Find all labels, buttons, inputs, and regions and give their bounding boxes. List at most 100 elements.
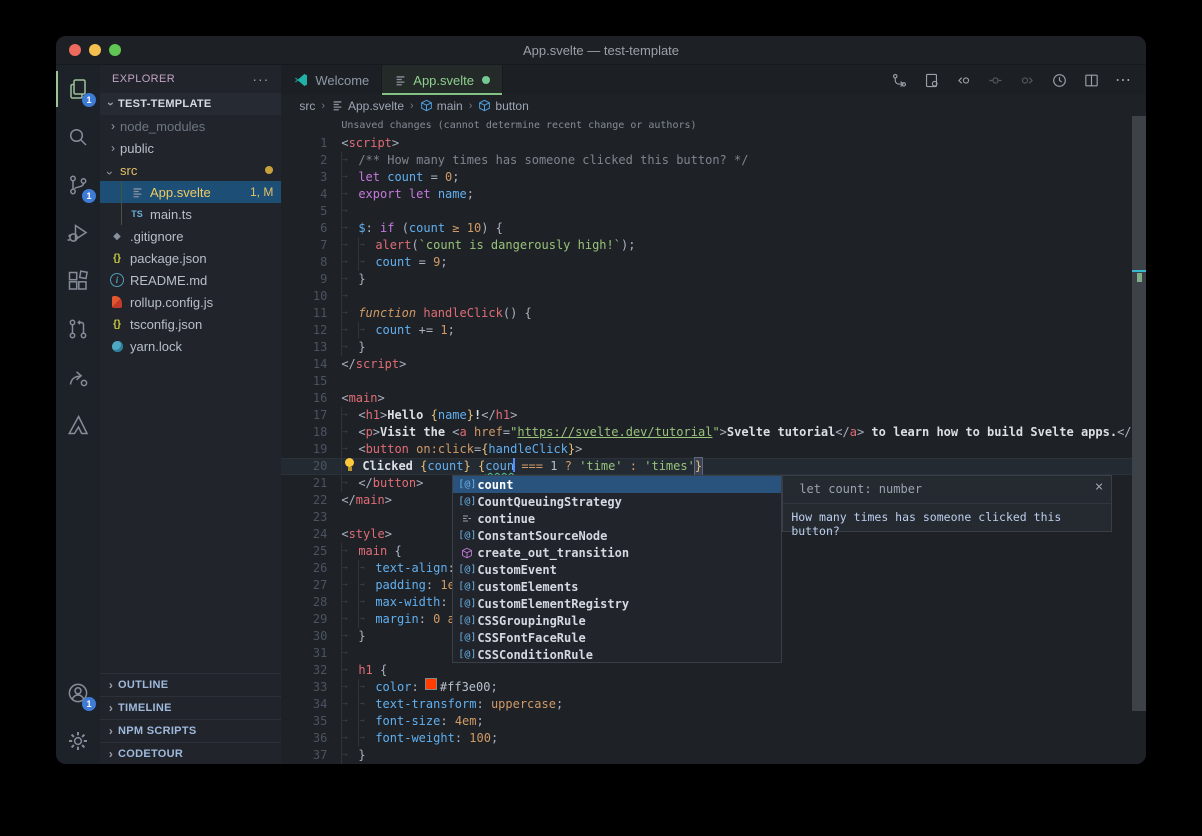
line-number: 21	[281, 475, 341, 492]
file-row--gitignore[interactable]: ◆.gitignore	[100, 225, 281, 247]
split-editor-icon[interactable]	[1080, 69, 1102, 91]
code-line-8[interactable]: 8→→count = 9;	[281, 254, 1146, 271]
suggest-item-continue[interactable]: continue	[453, 510, 781, 527]
source-control-graph-icon[interactable]	[888, 69, 910, 91]
suggest-item-CountQueuingStrategy[interactable]: [@]CountQueuingStrategy	[453, 493, 781, 510]
activity-run-and-debug-icon[interactable]	[56, 209, 100, 257]
suggest-item-customElements[interactable]: [@]customElements	[453, 578, 781, 595]
tab-whitespace: →	[358, 560, 375, 577]
section-npm-scripts[interactable]: ›NPM SCRIPTS	[100, 719, 281, 742]
code-line-18[interactable]: 18→<p>Visit the <a href="https://svelte.…	[281, 424, 1146, 441]
suggest-item-CSSFontFaceRule[interactable]: [@]CSSFontFaceRule	[453, 629, 781, 646]
code-line-12[interactable]: 12→→count += 1;	[281, 322, 1146, 339]
suggest-item-CSSGroupingRule[interactable]: [@]CSSGroupingRule	[453, 612, 781, 629]
breadcrumb-button[interactable]: button	[478, 99, 528, 113]
code-line-6[interactable]: 6→$: if (count ≥ 10) {	[281, 220, 1146, 237]
title-bar[interactable]: App.svelte — test-template	[56, 36, 1146, 65]
code-line-37[interactable]: 37→}	[281, 747, 1146, 764]
tab-whitespace: →	[341, 594, 358, 611]
scrollbar-slider[interactable]	[1132, 116, 1146, 711]
tab-whitespace: →	[341, 611, 358, 628]
tab-app-svelte[interactable]: App.svelte	[382, 65, 503, 95]
line-number: 33	[281, 679, 341, 696]
activity-pull-requests-icon[interactable]	[56, 305, 100, 353]
code-line-1[interactable]: 1<script>	[281, 135, 1146, 152]
section-outline[interactable]: ›OUTLINE	[100, 673, 281, 696]
line-number: 13	[281, 339, 341, 356]
code-editor[interactable]: Unsaved changes (cannot determine recent…	[281, 116, 1146, 764]
file-row-rollup-config-js[interactable]: rollup.config.js	[100, 291, 281, 313]
line-number: 7	[281, 237, 341, 254]
code-line-2[interactable]: 2→/** How many times has someone clicked…	[281, 152, 1146, 169]
explorer-more-actions-icon[interactable]: ···	[252, 71, 269, 87]
code-line-14[interactable]: 14</script>	[281, 356, 1146, 373]
file-row-node-modules[interactable]: ›node_modules	[100, 115, 281, 137]
tab-whitespace: →	[341, 560, 358, 577]
tab-welcome[interactable]: Welcome	[281, 65, 382, 95]
code-line-13[interactable]: 13→}	[281, 339, 1146, 356]
code-line-3[interactable]: 3→let count = 0;	[281, 169, 1146, 186]
next-change-inactive-icon[interactable]	[1016, 69, 1038, 91]
file-row-package-json[interactable]: {}package.json	[100, 247, 281, 269]
code-line-5[interactable]: 5→	[281, 203, 1146, 220]
activity-azure-icon[interactable]	[56, 401, 100, 449]
code-line-36[interactable]: 36→→font-weight: 100;	[281, 730, 1146, 747]
suggest-item-CustomEvent[interactable]: [@]CustomEvent	[453, 561, 781, 578]
file-lines-icon	[331, 99, 344, 112]
code-line-10[interactable]: 10→	[281, 288, 1146, 305]
badge: 1	[82, 189, 96, 203]
code-line-11[interactable]: 11→function handleClick() {	[281, 305, 1146, 322]
file-row-main-ts[interactable]: TSmain.ts	[100, 203, 281, 225]
breadcrumb-src[interactable]: src	[299, 99, 315, 113]
activity-live-share-icon[interactable]	[56, 353, 100, 401]
suggest-item-CustomElementRegistry[interactable]: [@]CustomElementRegistry	[453, 595, 781, 612]
lightbulb-icon[interactable]	[341, 458, 362, 473]
code-line-19[interactable]: 19→<button on:click={handleClick}>	[281, 441, 1146, 458]
code-line-16[interactable]: 16<main>	[281, 390, 1146, 407]
tab-whitespace: →	[358, 254, 375, 271]
activity-explorer-icon[interactable]: 1	[56, 65, 100, 113]
suggest-item-ConstantSourceNode[interactable]: [@]ConstantSourceNode	[453, 527, 781, 544]
activity-settings-icon[interactable]	[56, 717, 100, 764]
code-line-34[interactable]: 34→→text-transform: uppercase;	[281, 696, 1146, 713]
open-changes-icon[interactable]	[920, 69, 942, 91]
line-number: 27	[281, 577, 341, 594]
activity-accounts-icon[interactable]: 1	[56, 669, 100, 717]
code-line-33[interactable]: 33→→color: #ff3e00;	[281, 679, 1146, 696]
file-row-src[interactable]: ›src	[100, 159, 281, 181]
file-row-readme-md[interactable]: iREADME.md	[100, 269, 281, 291]
code-line-32[interactable]: 32→h1 {	[281, 662, 1146, 679]
tab-whitespace: →	[341, 696, 358, 713]
code-line-35[interactable]: 35→→font-size: 4em;	[281, 713, 1146, 730]
workspace-root-row[interactable]: › TEST-TEMPLATE	[100, 93, 281, 115]
close-icon[interactable]: ×	[1095, 479, 1103, 495]
code-line-7[interactable]: 7→→alert(`count is dangerously high!`);	[281, 237, 1146, 254]
suggest-item-CSSConditionRule[interactable]: [@]CSSConditionRule	[453, 646, 781, 663]
section-codetour[interactable]: ›CODETOUR	[100, 742, 281, 764]
file-history-icon[interactable]	[1048, 69, 1070, 91]
suggest-docs-description: How many times has someone clicked this …	[783, 504, 1111, 538]
code-line-9[interactable]: 9→}	[281, 271, 1146, 288]
change-inactive-icon[interactable]	[984, 69, 1006, 91]
code-line-4[interactable]: 4→export let name;	[281, 186, 1146, 203]
previous-change-icon[interactable]	[952, 69, 974, 91]
suggest-item-create_out_transition[interactable]: create_out_transition	[453, 544, 781, 561]
editor-scrollbar[interactable]	[1132, 116, 1146, 764]
suggest-docs-panel: × let count: number How many times has s…	[782, 475, 1112, 532]
file-row-app-svelte[interactable]: App.svelte1, M	[100, 181, 281, 203]
file-row-public[interactable]: ›public	[100, 137, 281, 159]
suggest-item-count[interactable]: [@]count	[453, 476, 781, 493]
file-row-yarn-lock[interactable]: yarn.lock	[100, 335, 281, 357]
breadcrumb-file[interactable]: App.svelte	[331, 99, 404, 113]
file-row-tsconfig-json[interactable]: {}tsconfig.json	[100, 313, 281, 335]
breadcrumb-main[interactable]: main	[420, 99, 463, 113]
line-number: 6	[281, 220, 341, 237]
activity-source-control-icon[interactable]: 1	[56, 161, 100, 209]
activity-search-icon[interactable]	[56, 113, 100, 161]
code-line-15[interactable]: 15	[281, 373, 1146, 390]
code-line-20[interactable]: 20Clicked {count} {coun === 1 ? 'time' :…	[281, 458, 1146, 475]
more-actions-icon[interactable]: ⋯	[1112, 69, 1134, 91]
code-line-17[interactable]: 17→<h1>Hello {name}!</h1>	[281, 407, 1146, 424]
activity-extensions-icon[interactable]	[56, 257, 100, 305]
section-timeline[interactable]: ›TIMELINE	[100, 696, 281, 719]
